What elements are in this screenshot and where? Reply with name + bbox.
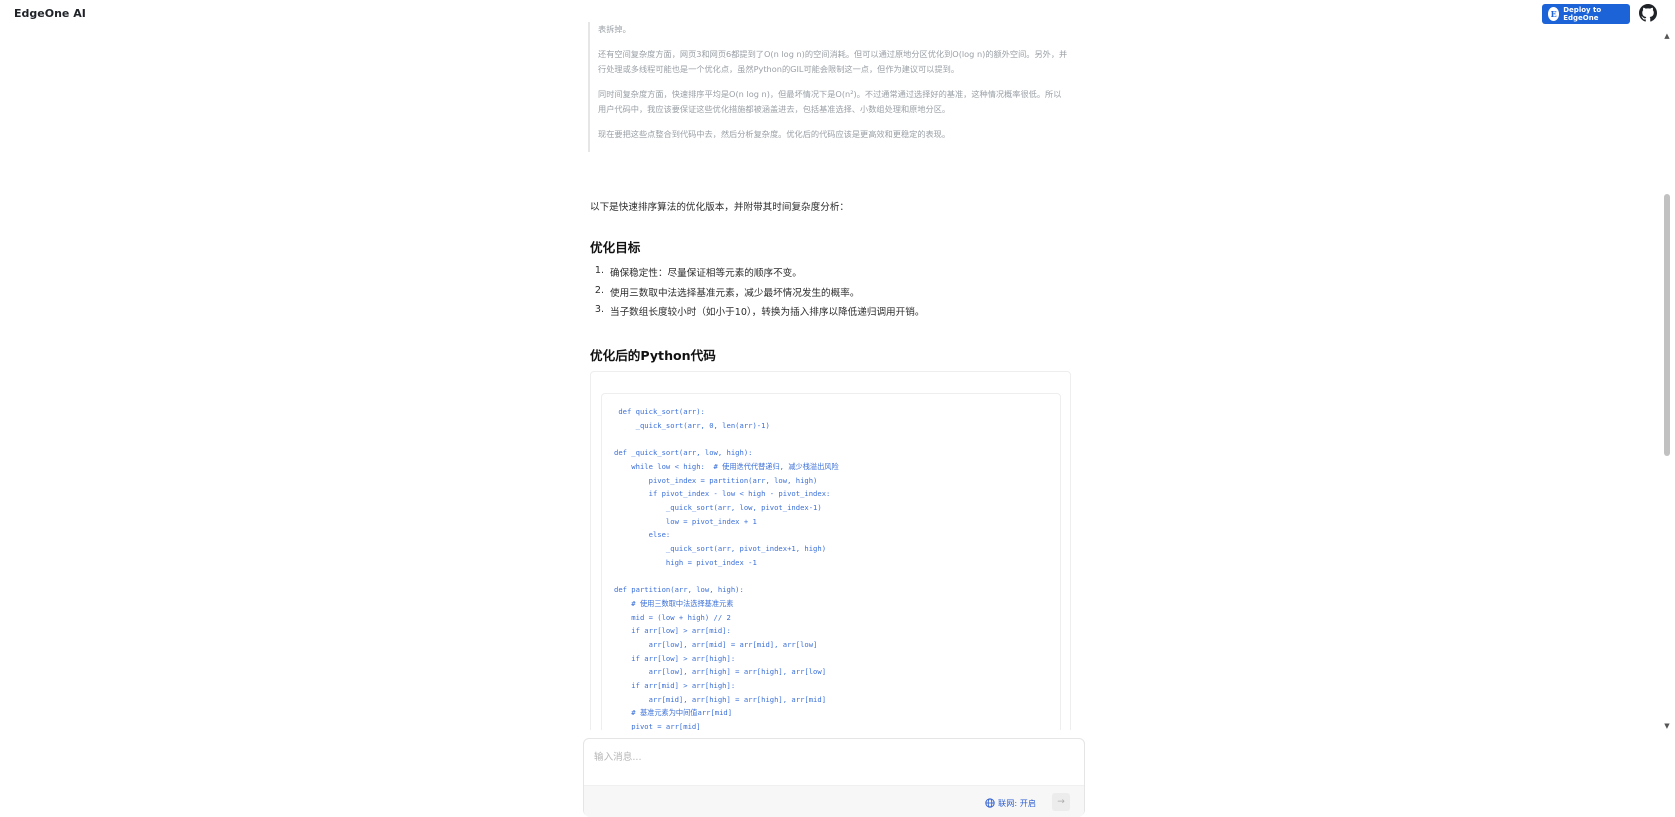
chat-scroll-area[interactable]: 表拆掉。 还有空间复杂度方面，网页3和网页6都提到了O(n log n)的空间消… bbox=[588, 0, 1078, 730]
message-composer: 联网: 开启 → bbox=[583, 738, 1085, 817]
composer-footer: 联网: 开启 → bbox=[584, 785, 1084, 817]
app-title: EdgeOne AI bbox=[14, 7, 86, 20]
send-button[interactable]: → bbox=[1052, 793, 1070, 811]
web-search-toggle[interactable]: 联网: 开启 bbox=[985, 797, 1036, 809]
goals-heading: 优化目标 bbox=[590, 240, 641, 255]
goals-list: 1. 确保稳定性：尽量保证相等元素的顺序不变。 2. 使用三数取中法选择基准元素，减… bbox=[590, 265, 925, 324]
list-number: 1. bbox=[594, 265, 604, 276]
scroll-thumb[interactable] bbox=[1664, 194, 1670, 456]
edgeone-logo-icon: E bbox=[1548, 7, 1560, 21]
scroll-up-icon[interactable]: ▲ bbox=[1663, 32, 1671, 40]
list-number: 2. bbox=[594, 284, 604, 296]
thinking-line: 还有空间复杂度方面，网页3和网页6都提到了O(n log n)的空间消耗。但可以… bbox=[598, 49, 1068, 74]
code-block-container: def quick_sort(arr): _quick_sort(arr, 0,… bbox=[590, 371, 1071, 730]
deploy-to-edgeone-button[interactable]: E Deploy to EdgeOne bbox=[1542, 4, 1630, 24]
scroll-down-icon[interactable]: ▼ bbox=[1663, 722, 1671, 730]
list-number: 3. bbox=[594, 304, 604, 315]
arrow-right-icon: → bbox=[1057, 797, 1065, 807]
thinking-line: 表拆掉。 bbox=[598, 24, 631, 34]
github-icon[interactable] bbox=[1639, 4, 1657, 22]
list-text: 当子数组长度较小时（如小于10），转换为插入排序以降低递归调用开销。 bbox=[610, 307, 925, 318]
code-heading: 优化后的Python代码 bbox=[590, 348, 716, 363]
thinking-block: 表拆掉。 还有空间复杂度方面，网页3和网页6都提到了O(n log n)的空间消… bbox=[588, 22, 1068, 152]
thinking-line: 同时间复杂度方面，快速排序平均是O(n log n)，但最坏情况下是O(n²)。… bbox=[598, 89, 1062, 114]
list-item: 2. 使用三数取中法选择基准元素，减少最坏情况发生的概率。 bbox=[590, 285, 924, 305]
code-block[interactable]: def quick_sort(arr): _quick_sort(arr, 0,… bbox=[601, 393, 1061, 730]
list-text: 使用三数取中法选择基准元素，减少最坏情况发生的概率。 bbox=[610, 287, 860, 299]
answer-intro: 以下是快速排序算法的优化版本，并附带其时间复杂度分析： bbox=[590, 202, 850, 213]
web-search-label: 联网: 开启 bbox=[998, 798, 1037, 808]
list-item: 3. 当子数组长度较小时（如小于10），转换为插入排序以降低递归调用开销。 bbox=[590, 304, 925, 324]
deploy-button-label: Deploy to EdgeOne bbox=[1563, 6, 1602, 22]
thinking-line: 现在要把这些点整合到代码中去，然后分析复杂度。优化后的代码应该是更高效和更稳定的… bbox=[598, 129, 951, 139]
message-input[interactable] bbox=[594, 747, 1074, 767]
globe-icon bbox=[985, 798, 995, 808]
code-text: def quick_sort(arr): _quick_sort(arr, 0,… bbox=[614, 407, 839, 730]
list-text: 确保稳定性：尽量保证相等元素的顺序不变。 bbox=[610, 268, 802, 279]
vertical-scrollbar[interactable]: ▲ ▼ bbox=[1661, 28, 1673, 730]
list-item: 1. 确保稳定性：尽量保证相等元素的顺序不变。 bbox=[590, 265, 924, 285]
